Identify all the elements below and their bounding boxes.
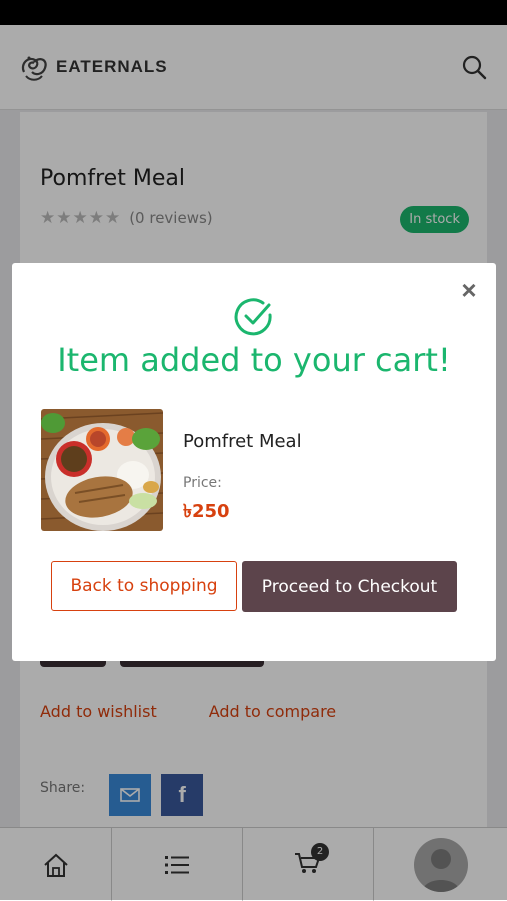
back-to-shopping-button[interactable]: Back to shopping [51, 561, 237, 611]
check-circle-icon [234, 298, 272, 336]
added-to-cart-modal: × Item added to your cart! Pomfret Meal … [12, 263, 496, 661]
meal-photo [41, 409, 163, 531]
modal-title: Item added to your cart! [57, 341, 451, 379]
price-label: Price: [183, 475, 222, 491]
item-price: ৳250 [183, 501, 230, 522]
proceed-to-checkout-button[interactable]: Proceed to Checkout [242, 561, 457, 612]
product-image [41, 409, 163, 531]
close-icon[interactable]: × [458, 277, 480, 303]
cart-item-name: Pomfret Meal [183, 431, 302, 452]
